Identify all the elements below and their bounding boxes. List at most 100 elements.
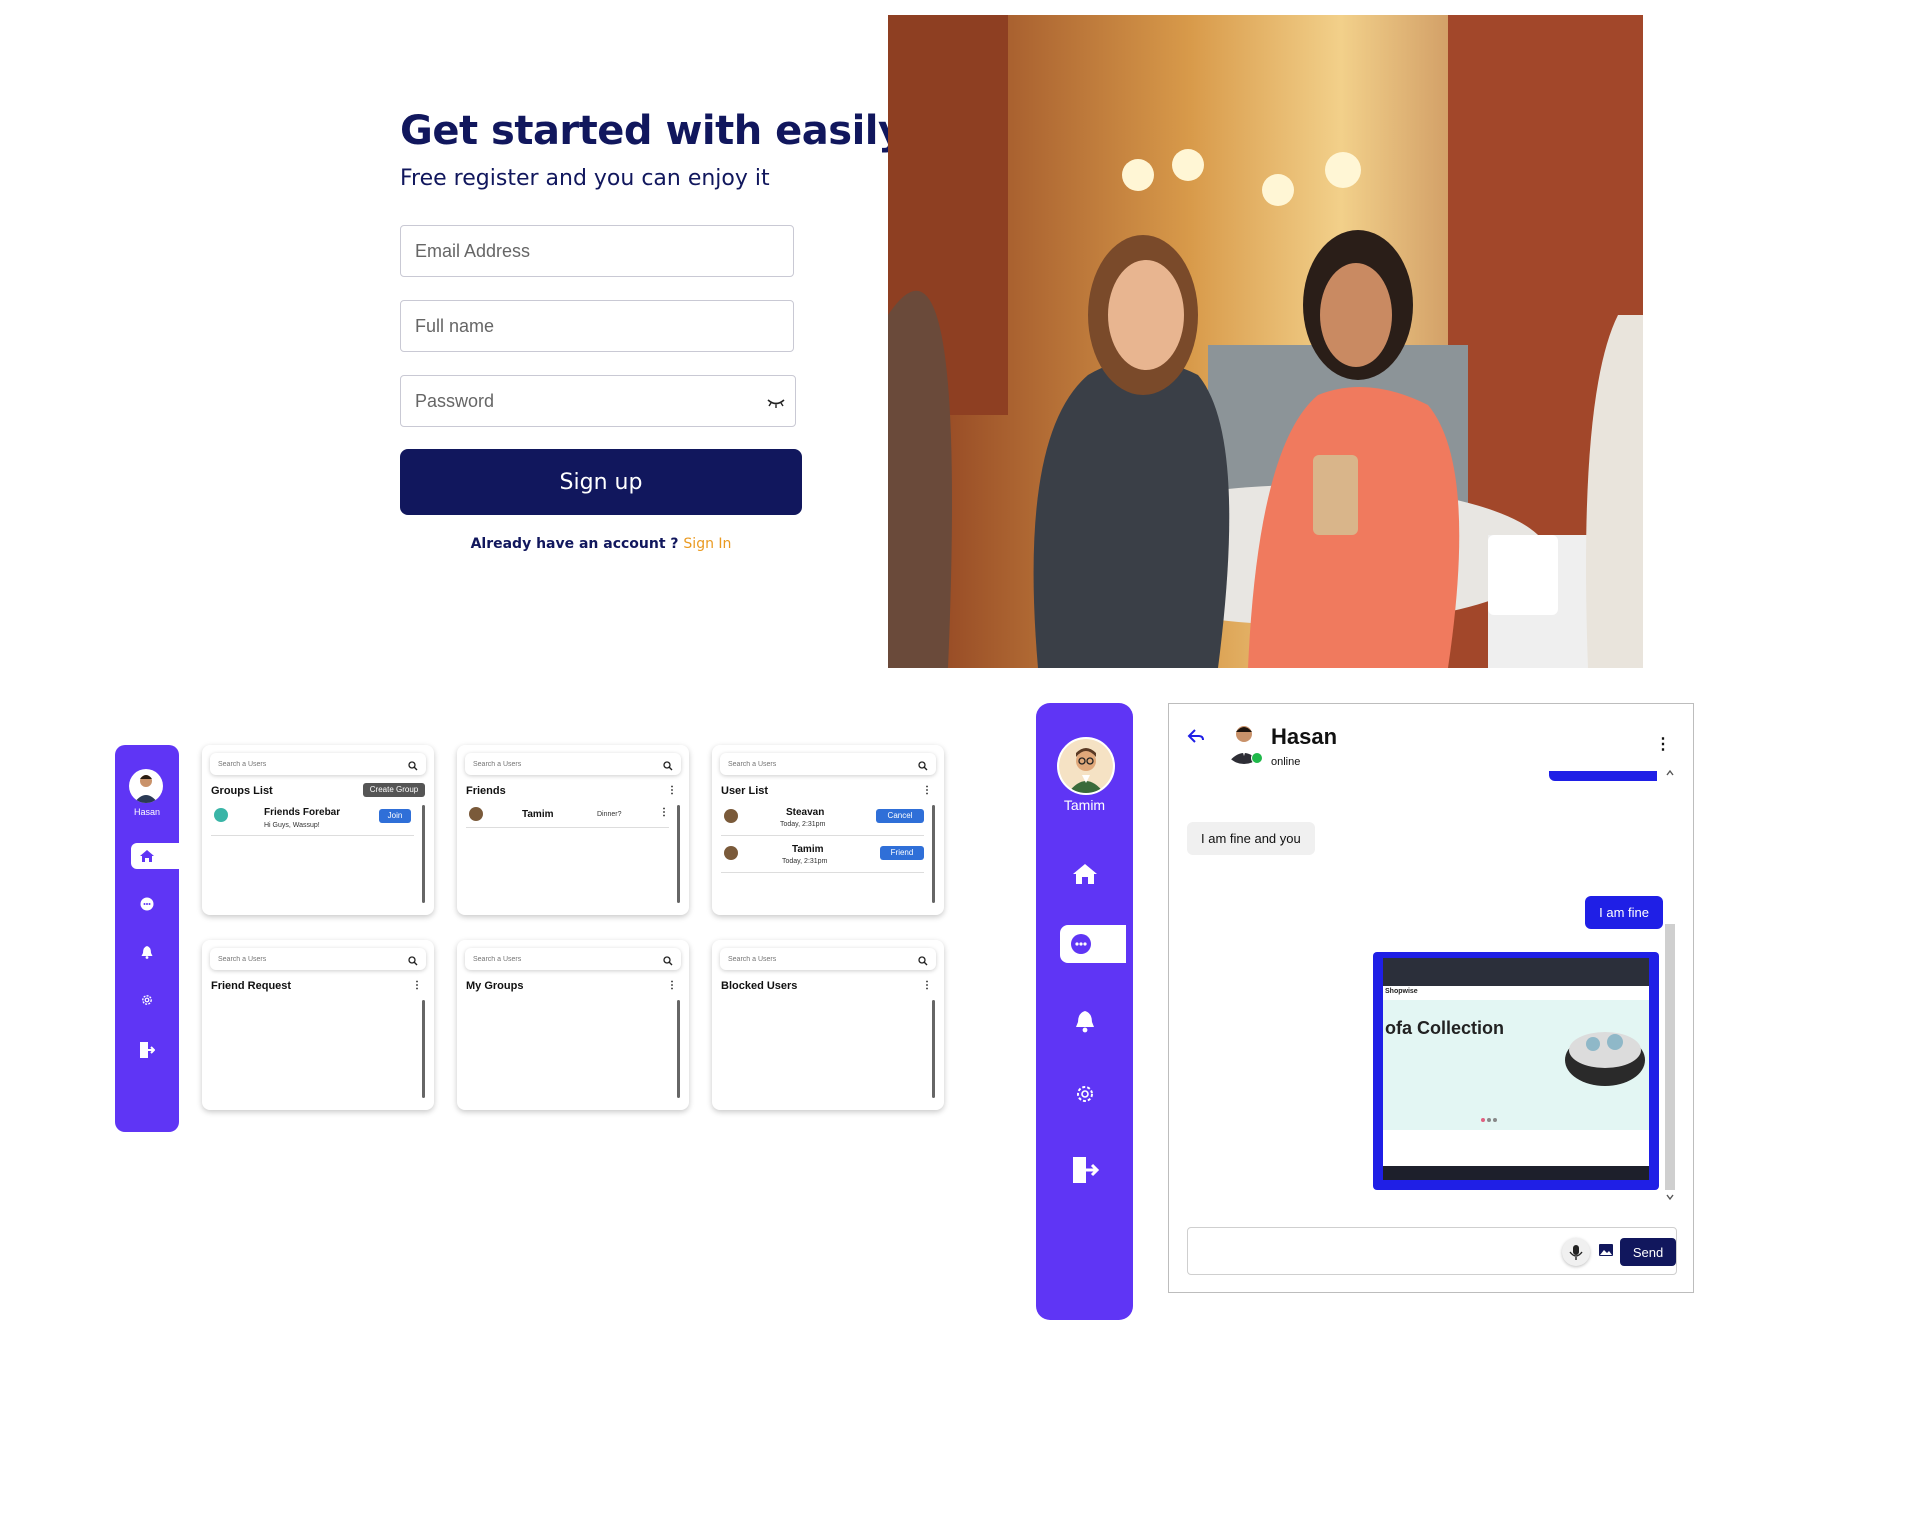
groups-search-box[interactable] [210,753,426,776]
search-icon[interactable] [918,953,928,971]
friend-last-message: Dinner? [597,811,622,818]
blocked-users-title: Blocked Users [721,980,798,992]
sidebar-avatar[interactable] [1057,737,1115,795]
groups-list-card: Groups List Create Group Friends Forebar… [202,745,434,915]
email-input[interactable] [401,226,793,276]
mygroups-search-box[interactable] [465,948,681,971]
scrollbar[interactable] [677,805,680,903]
sidebar-user-name: Tamim [1063,797,1106,813]
my-groups-card: My Groups ⋮ [457,940,689,1110]
email-field[interactable] [400,225,794,277]
friend-request-card: Friend Request ⋮ [202,940,434,1110]
chat-icon[interactable] [1032,933,1129,960]
mygroups-search-input[interactable] [465,948,651,971]
logout-icon[interactable] [1036,1155,1133,1190]
scrollbar[interactable] [422,1000,425,1098]
mini-avatar[interactable] [129,769,163,803]
user-avatar [724,846,738,860]
scrollbar[interactable] [932,1000,935,1098]
groups-search-input[interactable] [210,753,396,776]
home-icon[interactable] [1036,863,1133,890]
search-icon[interactable] [408,758,418,776]
image-message[interactable]: Shopwise ofa Collection [1373,952,1659,1190]
password-input[interactable] [401,376,795,426]
bell-icon[interactable] [1036,1009,1133,1038]
user-avatar [724,809,738,823]
menu-dots-icon[interactable]: ⋮ [667,785,677,796]
sent-message-partial [1549,771,1657,781]
gear-icon[interactable] [1036,1083,1133,1110]
groups-list-title: Groups List [211,785,273,797]
create-group-button[interactable]: Create Group [363,783,425,797]
user-name: Steavan [786,807,825,818]
users-search-input[interactable] [720,753,906,776]
blocked-users-card: Blocked Users ⋮ [712,940,944,1110]
menu-dots-icon[interactable]: ⋮ [412,980,422,991]
chat-scroll-thumb[interactable] [1665,924,1675,1190]
screenshot-image: Shopwise ofa Collection [1383,958,1649,1180]
cancel-button[interactable]: Cancel [876,809,924,823]
requests-search-box[interactable] [210,948,426,971]
user-time: Today, 2:31pm [782,858,828,865]
send-button[interactable]: Send [1620,1238,1676,1266]
group-avatar [214,808,228,822]
chat-menu-icon[interactable]: ⋮ [1655,734,1671,754]
menu-dots-icon[interactable]: ⋮ [922,980,932,991]
blocked-search-box[interactable] [720,948,936,971]
already-account-text: Already have an account ? Sign In [400,536,802,552]
divider [721,872,924,873]
search-icon[interactable] [663,953,673,971]
requests-search-input[interactable] [210,948,396,971]
image-upload-icon[interactable] [1598,1242,1614,1263]
friends-search-input[interactable] [465,753,651,776]
friend-button[interactable]: Friend [880,846,924,860]
message-input[interactable] [1188,1228,1578,1274]
hero-photo [888,15,1643,668]
back-arrow-icon[interactable] [1187,728,1205,749]
my-groups-title: My Groups [466,980,524,992]
eye-closed-icon[interactable] [767,396,785,414]
browser-bar [1383,958,1649,986]
divider [721,835,924,836]
join-button[interactable]: Join [379,809,411,823]
friends-search-box[interactable] [465,753,681,776]
scrollbar[interactable] [422,805,425,903]
register-subtitle: Free register and you can enjoy it [400,166,770,191]
home-icon[interactable] [115,849,179,868]
menu-dots-icon[interactable]: ⋮ [667,980,677,991]
friends-title: Friends [466,785,506,797]
chat-contact-name: Hasan [1271,724,1338,749]
shop-footer [1383,1130,1649,1166]
shop-nav: Shopwise [1383,986,1649,1001]
fullname-input[interactable] [401,301,793,351]
blocked-search-input[interactable] [720,948,906,971]
search-icon[interactable] [408,953,418,971]
microphone-icon[interactable] [1562,1238,1590,1266]
scrollbar[interactable] [677,1000,680,1098]
friend-name: Tamim [522,809,554,820]
scrollbar[interactable] [932,805,935,903]
signup-button[interactable]: Sign up [400,449,802,515]
gear-icon[interactable] [115,993,179,1012]
message-box[interactable]: Send [1187,1227,1677,1275]
logout-icon[interactable] [115,1041,179,1064]
friend-menu-icon[interactable]: ⋮ [659,807,669,818]
friends-card: Friends ⋮ Tamim Dinner? ⋮ [457,745,689,915]
group-name: Friends Forebar [264,807,341,818]
search-icon[interactable] [918,758,928,776]
password-field[interactable] [400,375,796,427]
chat-contact-status: online [1271,756,1301,768]
divider [211,835,414,836]
user-list-title: User List [721,785,769,797]
user-list-card: User List ⋮ Steavan Today, 2:31pm Cancel… [712,745,944,915]
search-icon[interactable] [663,758,673,776]
chat-icon[interactable] [115,897,179,916]
divider [466,827,669,828]
menu-dots-icon[interactable]: ⋮ [922,785,932,796]
shop-name: Shopwise [1385,988,1418,995]
signin-link[interactable]: Sign In [683,536,731,552]
group-last-message: Hi Guys, Wassup! [264,822,320,829]
users-search-box[interactable] [720,753,936,776]
fullname-field[interactable] [400,300,794,352]
bell-icon[interactable] [115,945,179,964]
